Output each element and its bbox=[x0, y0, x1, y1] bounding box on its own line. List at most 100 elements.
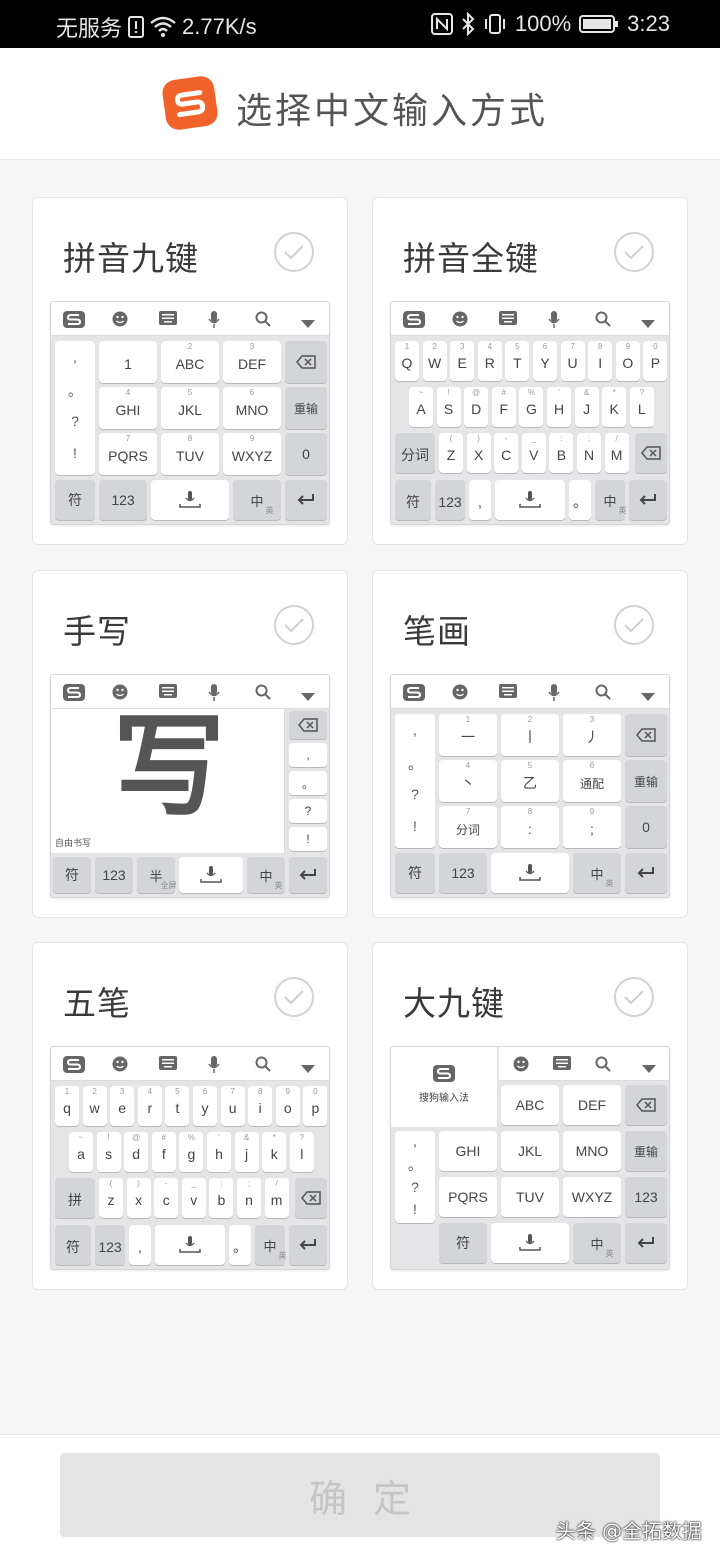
space-key[interactable] bbox=[491, 853, 569, 893]
letter-key[interactable]: _ v bbox=[181, 1178, 206, 1218]
comma-key[interactable]: , bbox=[289, 743, 327, 767]
key[interactable]: 7 PQRS bbox=[99, 433, 157, 475]
number-key[interactable]: 123 bbox=[95, 1225, 125, 1265]
key[interactable]: MNO bbox=[563, 1131, 621, 1171]
key[interactable]: 3 DEF bbox=[223, 341, 281, 383]
letter-key[interactable]: 4R bbox=[477, 341, 502, 381]
letter-key[interactable]: :B bbox=[549, 433, 574, 473]
enter-key[interactable] bbox=[289, 857, 327, 893]
zero-key[interactable]: 0 bbox=[285, 433, 327, 475]
card-handwrite[interactable]: 手写 写 自由书写 , 。 ? ! 符 123 半全屏 中英 bbox=[32, 570, 348, 918]
letter-key[interactable]: 0P bbox=[643, 341, 668, 381]
backspace-key[interactable] bbox=[295, 1178, 327, 1218]
letter-key[interactable]: 3e bbox=[110, 1086, 135, 1126]
letter-key[interactable]: 1q bbox=[55, 1086, 79, 1126]
punct-column[interactable]: , 。 ? ! bbox=[395, 714, 435, 848]
letter-key[interactable]: ' h bbox=[207, 1132, 231, 1172]
zero-key[interactable]: 0 bbox=[625, 806, 667, 848]
comma-key[interactable]: , bbox=[469, 480, 491, 520]
backspace-key[interactable] bbox=[635, 433, 667, 473]
letter-key[interactable]: -c bbox=[154, 1178, 179, 1218]
letter-key[interactable]: # F bbox=[491, 387, 516, 427]
reinput-key[interactable]: 重输 bbox=[625, 760, 667, 802]
key[interactable]: JKL bbox=[501, 1131, 559, 1171]
letter-key[interactable]: 8i bbox=[248, 1086, 273, 1126]
lang-switch-key[interactable]: 中英 bbox=[573, 853, 621, 893]
letter-key[interactable]: 4r bbox=[137, 1086, 162, 1126]
pinyin-switch-key[interactable]: 拼 bbox=[55, 1178, 95, 1218]
letter-key[interactable]: 9o bbox=[275, 1086, 300, 1126]
question-key[interactable]: ? bbox=[289, 799, 327, 823]
key[interactable]: ABC bbox=[501, 1085, 559, 1125]
reinput-key[interactable]: 重输 bbox=[625, 1131, 667, 1171]
check-icon[interactable] bbox=[274, 605, 314, 645]
number-key[interactable]: 123 bbox=[435, 480, 465, 520]
key[interactable]: 4丶 bbox=[439, 760, 497, 802]
enter-key[interactable] bbox=[625, 853, 667, 893]
letter-key[interactable]: & J bbox=[574, 387, 599, 427]
key[interactable]: 6 通配 bbox=[563, 760, 621, 802]
letter-key[interactable]: % G bbox=[519, 387, 544, 427]
letter-key[interactable]: _ V bbox=[521, 433, 546, 473]
number-key[interactable]: 123 bbox=[439, 853, 487, 893]
backspace-key[interactable] bbox=[625, 714, 667, 756]
letter-key[interactable]: 2w bbox=[82, 1086, 107, 1126]
letter-key[interactable]: @ D bbox=[464, 387, 489, 427]
letter-key[interactable]: * K bbox=[602, 387, 627, 427]
key[interactable]: 1 bbox=[99, 341, 157, 383]
letter-key[interactable]: & j bbox=[234, 1132, 259, 1172]
card-wubi[interactable]: 五笔 1 q 2 w 3 e 4 r 5 t 6 y 7 u 8 i 9 o 0 p ~ a! s @ d # f% g ' h & j * k?… bbox=[32, 942, 348, 1290]
enter-key[interactable] bbox=[625, 1223, 667, 1263]
space-key[interactable] bbox=[495, 480, 565, 520]
period-key[interactable]: 。 bbox=[569, 480, 591, 520]
check-icon[interactable] bbox=[614, 232, 654, 272]
enter-key[interactable] bbox=[629, 480, 667, 520]
card-big-nine[interactable]: 大九键 搜狗输入法 ABC DEF , 。 ? ! GHI JKL MNO 重输… bbox=[372, 942, 688, 1290]
key[interactable]: WXYZ bbox=[563, 1177, 621, 1217]
space-key[interactable] bbox=[179, 857, 243, 893]
letter-key[interactable]: ) x bbox=[126, 1178, 151, 1218]
letter-key[interactable]: 2W bbox=[422, 341, 447, 381]
symbol-key[interactable]: 符 bbox=[55, 1225, 91, 1265]
letter-key[interactable]: ' H bbox=[547, 387, 571, 427]
check-icon[interactable] bbox=[614, 977, 654, 1017]
enter-key[interactable] bbox=[285, 480, 327, 520]
lang-switch-key[interactable]: 中英 bbox=[573, 1223, 621, 1263]
period-key[interactable]: 。 bbox=[229, 1225, 251, 1265]
key[interactable]: DEF bbox=[563, 1085, 621, 1125]
lang-switch-key[interactable]: 中英 bbox=[247, 857, 285, 893]
card-pinyin-nine[interactable]: 拼音九键 , 。 ? ! 1 2 ABC 3 DEF 4 GHI 5 JKL 6 MNO bbox=[32, 197, 348, 545]
space-key[interactable] bbox=[491, 1223, 569, 1263]
letter-key[interactable]: 7U bbox=[560, 341, 585, 381]
card-stroke[interactable]: 笔画 , 。 ? ! 1一 2丨 3丿 4丶 5乙 6 通配 重输 7 分词 8… bbox=[372, 570, 688, 918]
reinput-key[interactable]: 重输 bbox=[285, 387, 327, 429]
letter-key[interactable]: ~ A bbox=[409, 387, 433, 427]
enter-key[interactable] bbox=[289, 1225, 327, 1265]
half-full-key[interactable]: 半全屏 bbox=[137, 857, 177, 893]
letter-key[interactable]: 3E bbox=[450, 341, 475, 381]
letter-key[interactable]: 1Q bbox=[395, 341, 419, 381]
letter-key[interactable]: ; n bbox=[237, 1178, 261, 1218]
symbol-key[interactable]: 符 bbox=[395, 853, 435, 893]
letter-key[interactable]: 9O bbox=[615, 341, 640, 381]
space-key[interactable] bbox=[151, 480, 229, 520]
key[interactable]: 7 分词 bbox=[439, 806, 497, 848]
letter-key[interactable]: -C bbox=[494, 433, 519, 473]
number-key[interactable]: 123 bbox=[95, 857, 133, 893]
letter-key[interactable]: ; N bbox=[577, 433, 601, 473]
check-icon[interactable] bbox=[274, 232, 314, 272]
key[interactable]: 5乙 bbox=[501, 760, 559, 802]
letter-key[interactable]: 5T bbox=[505, 341, 530, 381]
key[interactable]: GHI bbox=[439, 1131, 497, 1171]
space-key[interactable] bbox=[155, 1225, 225, 1265]
key[interactable]: 8: bbox=[501, 806, 559, 848]
card-pinyin-full[interactable]: 拼音全键 1 Q 2 W 3 E 4 R 5 T 6 Y 7 U 8 I 9 O 0 P ~ A! S @ D # F% G ' H & J *… bbox=[372, 197, 688, 545]
key[interactable]: 2 ABC bbox=[161, 341, 219, 383]
letter-key[interactable]: ! S bbox=[436, 387, 461, 427]
key[interactable]: 6 MNO bbox=[223, 387, 281, 429]
key[interactable]: 4 GHI bbox=[99, 387, 157, 429]
letter-key[interactable]: / M bbox=[604, 433, 629, 473]
letter-key[interactable]: 0p bbox=[303, 1086, 328, 1126]
letter-key[interactable]: ? L bbox=[629, 387, 654, 427]
key[interactable]: 8 TUV bbox=[161, 433, 219, 475]
